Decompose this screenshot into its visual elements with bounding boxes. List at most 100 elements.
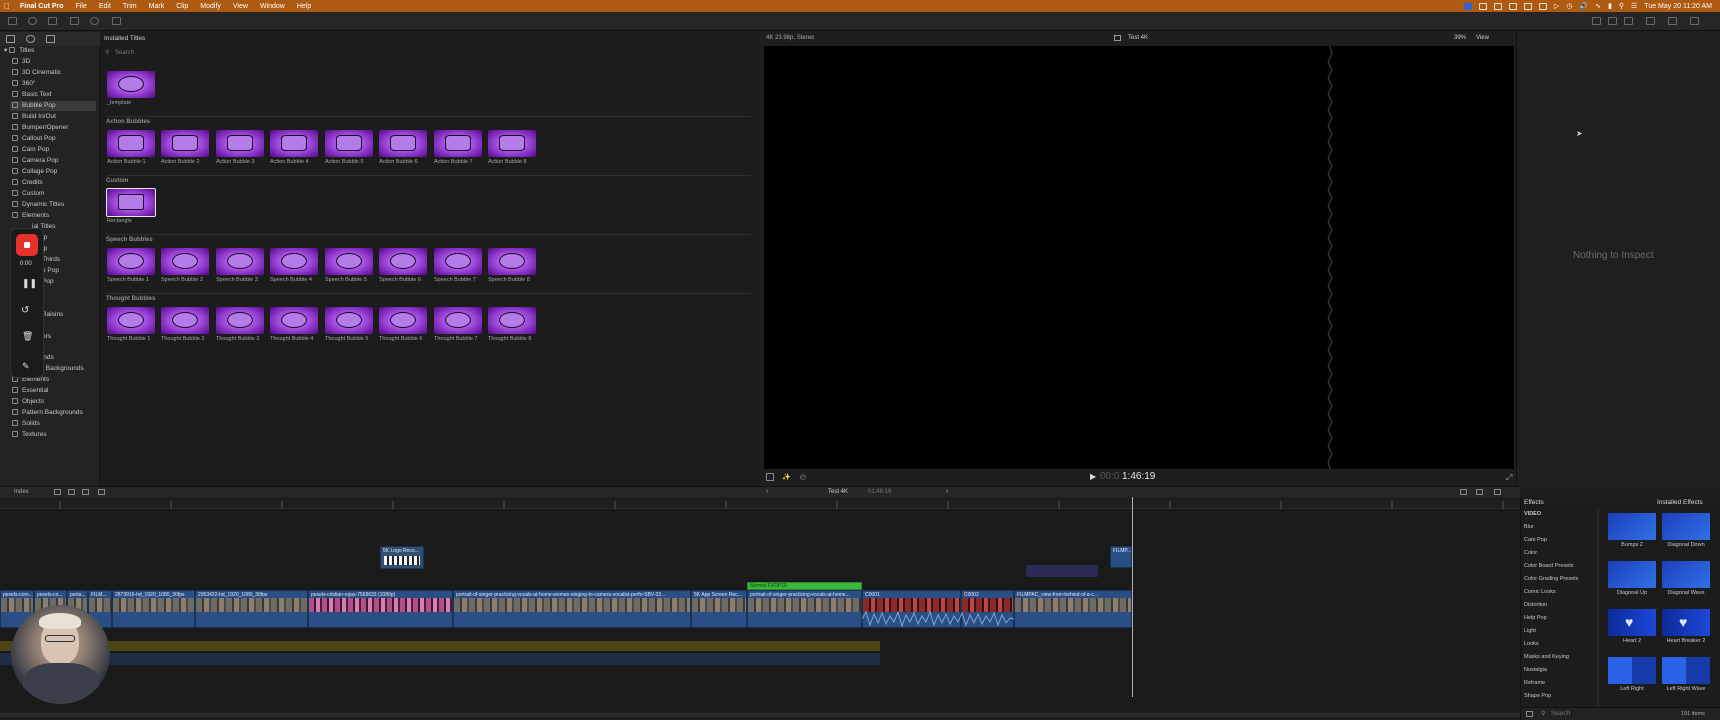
title-thumbnail[interactable] [107, 130, 155, 157]
sidebar-item-3d-cinematic[interactable]: 3D Cinematic [12, 68, 61, 78]
layout-icon-3[interactable] [1624, 17, 1633, 25]
tray-icon-3[interactable] [1508, 2, 1517, 10]
menu-modify[interactable]: Modify [194, 3, 227, 10]
fx-category[interactable]: Light [1524, 628, 1536, 634]
playhead[interactable] [1132, 497, 1133, 697]
sidebar-item-pattern-backgrounds[interactable]: Pattern Backgrounds [12, 408, 83, 418]
menu-file[interactable]: File [70, 3, 93, 10]
sidebar-item-camera-pop[interactable]: Camera Pop [12, 156, 59, 166]
tray-icon-2[interactable] [1493, 2, 1502, 10]
fx-category[interactable]: Help Pop [1524, 615, 1547, 621]
effect-thumbnail[interactable]: ♥ [1608, 609, 1656, 636]
view-dropdown[interactable]: View [1476, 35, 1489, 41]
green-connected-clip[interactable]: Normal FXOP10 [747, 582, 862, 590]
index-button[interactable]: Index [14, 489, 29, 495]
menu-mark[interactable]: Mark [143, 3, 171, 10]
fx-category[interactable]: Reframe [1524, 680, 1545, 686]
menu-app-name[interactable]: Final Cut Pro [14, 3, 70, 10]
layout-icon-1[interactable] [1592, 17, 1601, 25]
fx-category[interactable]: Color [1524, 550, 1537, 556]
title-thumbnail[interactable] [107, 248, 155, 275]
pause-icon[interactable]: ❚❚ [22, 278, 37, 289]
fx-category[interactable]: Blur [1524, 524, 1534, 530]
clip-appearance-icon[interactable] [1476, 489, 1483, 495]
timeline-project-name[interactable]: Test 4K [828, 489, 848, 495]
browser-search-input[interactable]: ⚲ Search [103, 48, 688, 58]
titles-icon[interactable] [46, 35, 55, 43]
timeline-clip[interactable]: pexels-cristian-rojas-7568633 (1080p) [308, 590, 453, 628]
sidebar-item-3d[interactable]: 3D [12, 57, 30, 67]
effect-thumbnail[interactable]: ♥ [1662, 609, 1710, 636]
sidebar-item-dynamic-titles[interactable]: Dynamic Titles [12, 200, 64, 210]
sidebar-item-partial-5[interactable]: e Pop [42, 266, 59, 276]
clock-icon[interactable]: ◷ [1566, 2, 1572, 10]
sidebar-item-textures[interactable]: Textures [12, 430, 47, 440]
insert-icon[interactable] [68, 489, 75, 495]
title-thumbnail[interactable] [270, 248, 318, 275]
title-thumbnail[interactable] [325, 307, 373, 334]
background-tasks-icon[interactable] [48, 17, 57, 25]
wifi-icon[interactable]: ∿ [1595, 2, 1601, 10]
audio-skim-icon[interactable] [1460, 489, 1467, 495]
sidebar-item-elements[interactable]: Elements [12, 211, 49, 221]
battery-icon[interactable]: ▮ [1608, 2, 1612, 10]
back-arrow-icon[interactable]: ‹ [766, 488, 768, 495]
fx-category[interactable]: Nostalgia [1524, 667, 1547, 673]
menu-help[interactable]: Help [291, 3, 317, 10]
menu-trim[interactable]: Trim [117, 3, 143, 10]
apple-icon[interactable]:  [0, 2, 14, 11]
title-thumbnail[interactable] [325, 248, 373, 275]
play-button[interactable]: ▶ [1090, 472, 1096, 481]
effect-thumbnail[interactable] [1662, 657, 1710, 684]
menu-view[interactable]: View [227, 3, 254, 10]
title-thumbnail[interactable] [161, 307, 209, 334]
audio-track-music[interactable] [0, 641, 880, 651]
viewer-canvas[interactable] [764, 46, 1514, 469]
photos-icon[interactable] [26, 35, 35, 43]
sidebar-item-cam-pop[interactable]: Cam Pop [12, 145, 49, 155]
tool-select-icon[interactable] [98, 489, 105, 495]
effect-thumbnail[interactable] [1608, 513, 1656, 540]
fullscreen-icon[interactable]: ⤢ [1506, 473, 1512, 483]
play-icon[interactable]: ▷ [1554, 2, 1559, 10]
title-thumbnail[interactable] [216, 307, 264, 334]
menu-clock[interactable]: Tue May 20 11:20 AM [1644, 3, 1712, 10]
menu-edit[interactable]: Edit [93, 3, 117, 10]
menu-window[interactable]: Window [254, 3, 291, 10]
menu-clip[interactable]: Clip [170, 3, 194, 10]
title-thumbnail[interactable] [488, 307, 536, 334]
timeline-clip[interactable]: 2873916-hd_1920_1080_30fps [112, 590, 195, 628]
title-thumbnail[interactable] [161, 130, 209, 157]
title-thumbnail-template[interactable] [107, 71, 155, 98]
sidebar-item-solids[interactable]: Solids [12, 419, 40, 429]
effect-thumbnail[interactable] [1662, 561, 1710, 588]
sidebar-item-build-in-out[interactable]: Build In/Out [12, 112, 56, 122]
sidebar-section-titles[interactable]: ▾ Titles [4, 46, 34, 56]
fx-category[interactable]: Comic Looks [1524, 589, 1556, 595]
libraries-icon[interactable] [6, 35, 15, 43]
connected-clip-film[interactable]: FILMP... [1110, 546, 1132, 568]
title-thumbnail[interactable] [434, 130, 482, 157]
sidebar-toggle-icon[interactable] [1526, 711, 1533, 717]
layout-icon-2[interactable] [1608, 17, 1617, 25]
share-export-icon[interactable] [1690, 17, 1699, 25]
connected-title-clip[interactable]: 5K Logo Reco... [380, 546, 424, 569]
effect-thumbnail[interactable] [1608, 657, 1656, 684]
fx-category[interactable]: Shape Pop [1524, 693, 1551, 699]
fx-category[interactable]: Masks and Keying [1524, 654, 1569, 660]
overwrite-icon[interactable] [82, 489, 89, 495]
trash-icon[interactable]: 🗑 [22, 331, 33, 342]
speed-icon[interactable]: ◴ [800, 473, 806, 481]
title-thumbnail[interactable] [379, 130, 427, 157]
effects-search-input[interactable]: Search [1551, 711, 1570, 717]
audio-track-voice[interactable] [0, 653, 880, 665]
title-thumbnail[interactable] [434, 307, 482, 334]
timeline-ruler[interactable] [0, 497, 1520, 509]
sidebar-item-partial-7[interactable]: Raisins [42, 310, 63, 320]
layout-icon-5[interactable] [1668, 17, 1677, 25]
timeline-clip[interactable]: 2953422-hd_1920_1080_30fps [195, 590, 308, 628]
import-icon[interactable] [8, 17, 17, 25]
fx-category[interactable]: Color Grading Presets [1524, 576, 1578, 582]
keyword-icon[interactable] [28, 17, 37, 25]
timeline-clip[interactable]: portrait-of-singer-practicing-vocals-at-… [747, 590, 862, 628]
